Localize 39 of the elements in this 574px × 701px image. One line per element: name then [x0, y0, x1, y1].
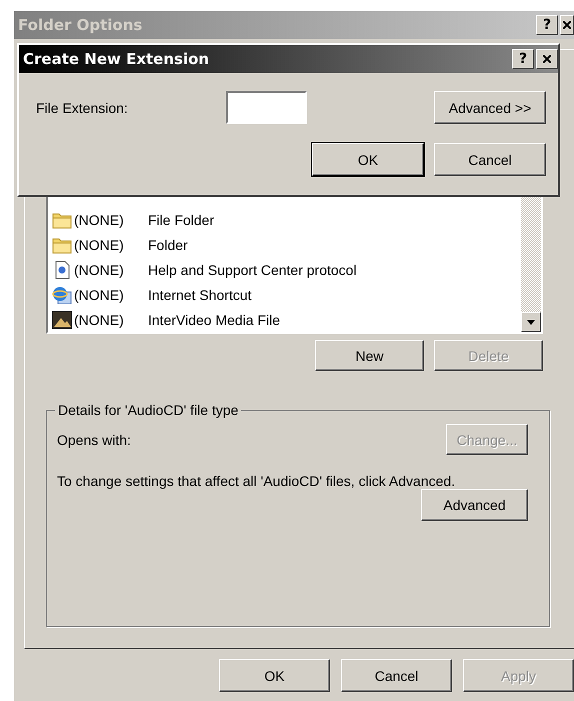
scroll-down-button[interactable] [521, 312, 541, 332]
help-button[interactable]: ? [512, 49, 534, 69]
dialog-button[interactable]: OK [219, 659, 330, 692]
file-type-name: Help and Support Center protocol [148, 262, 357, 278]
dialog-button[interactable]: OK [312, 143, 424, 176]
group-title: Details for 'AudioCD' file type [57, 402, 240, 418]
dialog-button[interactable]: Cancel [341, 659, 452, 692]
folder-icon [52, 210, 72, 228]
file-type-name: Internet Shortcut [148, 286, 252, 302]
globe-icon [52, 286, 72, 304]
advanced-button[interactable]: Advanced >> [434, 91, 546, 124]
extension-text: (NONE) [74, 312, 125, 328]
file-type-name: Folder [148, 236, 188, 252]
file-type-row[interactable]: (NONE) Folder [48, 232, 521, 257]
folder-icon [52, 236, 72, 254]
file-type-name: InterVideo Media File [148, 312, 280, 328]
extension-text: (NONE) [74, 212, 125, 228]
extension-text: (NONE) [74, 236, 125, 252]
opens-with-label: Opens with: [57, 432, 131, 448]
advanced-button[interactable]: Advanced [421, 489, 528, 521]
file-type-row[interactable]: (NONE) File Folder [48, 207, 521, 232]
file-type-row[interactable]: (NONE) Internet Shortcut [48, 282, 521, 307]
file-type-row[interactable]: (NONE) Help and Support Center protocol [48, 257, 521, 282]
extension-text: (NONE) [74, 262, 125, 278]
window-title: Folder Options [18, 16, 142, 34]
video-file-icon [52, 310, 72, 328]
down-arrow-icon [527, 320, 535, 324]
dialog-title: Create New Extension [23, 50, 210, 68]
file-type-row[interactable]: (NONE) InterVideo Media File [48, 307, 521, 332]
close-button[interactable] [536, 49, 558, 69]
description-text: To change settings that affect all 'AudioCD' files, click Advanced. [57, 473, 456, 489]
file-type-name: File Folder [148, 212, 214, 228]
extension-input-field[interactable] [226, 91, 307, 124]
dialog-button[interactable]: Cancel [434, 143, 546, 176]
extension-text: (NONE) [74, 286, 125, 302]
field-label: File Extension: [36, 100, 129, 116]
list-action-button[interactable]: New [315, 340, 424, 371]
close-icon [543, 55, 551, 63]
close-icon [563, 21, 571, 29]
